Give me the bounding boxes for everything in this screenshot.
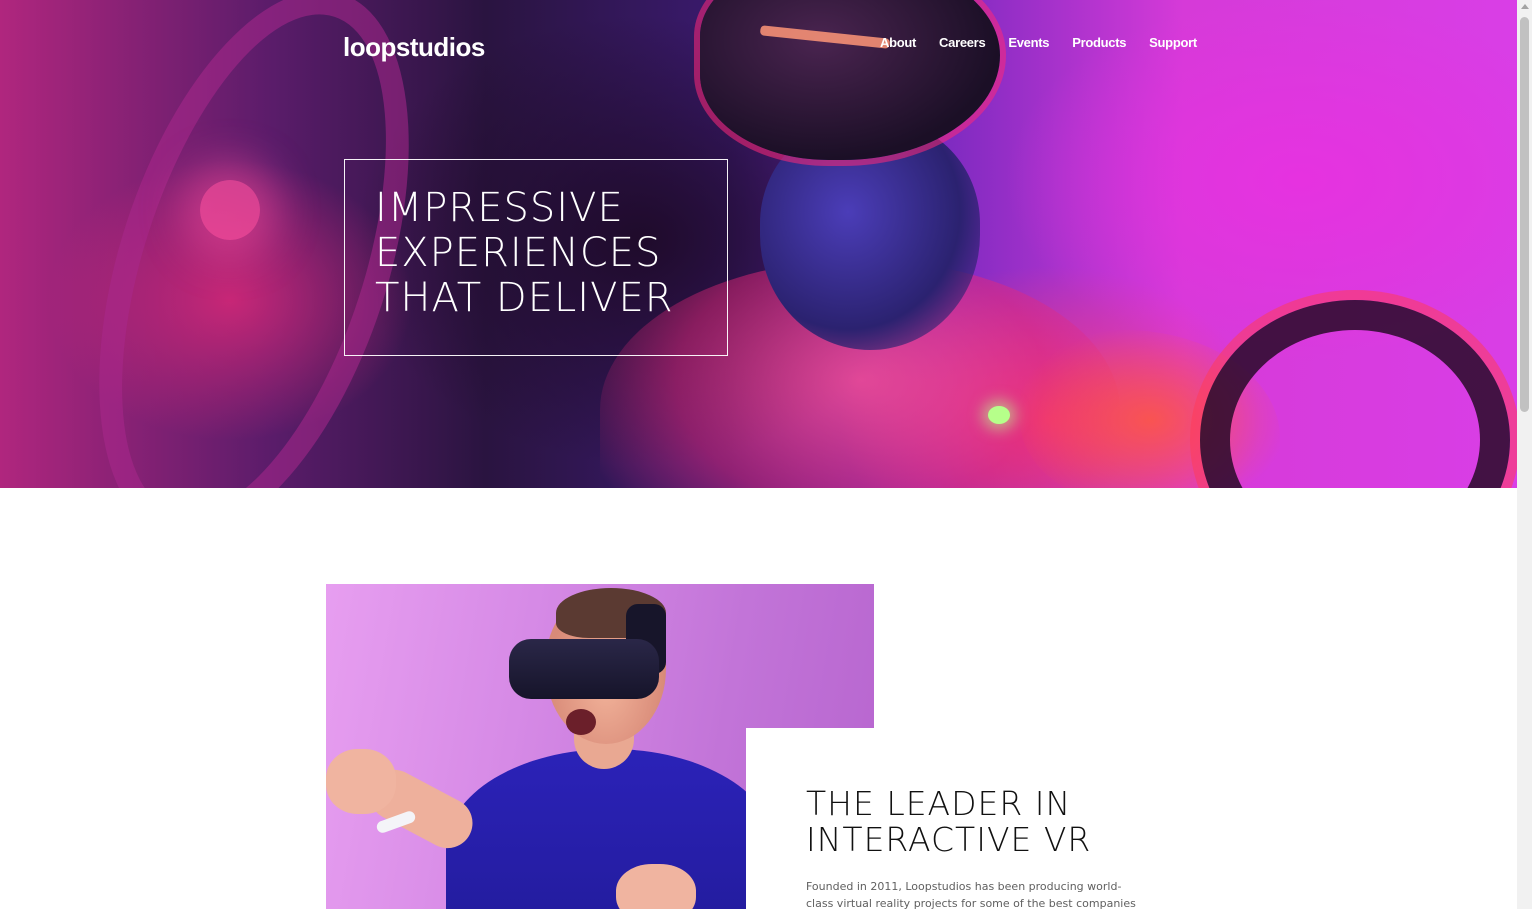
- vr-image-headset: [509, 639, 659, 699]
- hero-headline: IMPRESSIVE EXPERIENCES THAT DELIVER: [375, 186, 674, 321]
- hero-image-vr-goggles: [700, 0, 1000, 160]
- section-title: THE LEADER IN INTERACTIVE VR: [806, 786, 1091, 858]
- section-body: Founded in 2011, Loopstudios has been pr…: [806, 880, 1136, 909]
- nav-item-events[interactable]: Events: [1008, 34, 1049, 52]
- main-nav: About Careers Events Products Support: [880, 34, 1197, 52]
- hero-image-controller: [1200, 300, 1510, 488]
- scrollbar-thumb[interactable]: [1520, 17, 1529, 412]
- hero-image-glow: [200, 180, 260, 240]
- vr-image-left-hand: [326, 749, 396, 814]
- site-logo[interactable]: loopstudios: [343, 30, 485, 64]
- vertical-scrollbar[interactable]: [1517, 0, 1532, 909]
- interactive-text-card: THE LEADER IN INTERACTIVE VR Founded in …: [746, 728, 1517, 909]
- hero-headline-line: THAT DELIVER: [375, 275, 674, 321]
- scroll-up-arrow-icon[interactable]: [1521, 4, 1529, 9]
- vr-image-shirt: [446, 749, 776, 909]
- vr-image-right-hand: [616, 864, 696, 909]
- page: loopstudios About Careers Events Product…: [0, 0, 1532, 909]
- hero-headline-box: IMPRESSIVE EXPERIENCES THAT DELIVER: [344, 159, 728, 356]
- section-title-line: INTERACTIVE VR: [806, 820, 1092, 859]
- hero-section: loopstudios About Careers Events Product…: [0, 0, 1517, 488]
- nav-item-about[interactable]: About: [880, 34, 916, 52]
- section-title-line: THE LEADER IN: [806, 784, 1072, 823]
- hero-headline-line: IMPRESSIVE: [375, 185, 624, 231]
- hero-image-controller-light: [988, 406, 1010, 424]
- hero-headline-line: EXPERIENCES: [375, 230, 662, 276]
- nav-item-products[interactable]: Products: [1072, 34, 1126, 52]
- vr-image-mouth: [566, 709, 596, 735]
- nav-item-careers[interactable]: Careers: [939, 34, 986, 52]
- nav-item-support[interactable]: Support: [1149, 34, 1197, 52]
